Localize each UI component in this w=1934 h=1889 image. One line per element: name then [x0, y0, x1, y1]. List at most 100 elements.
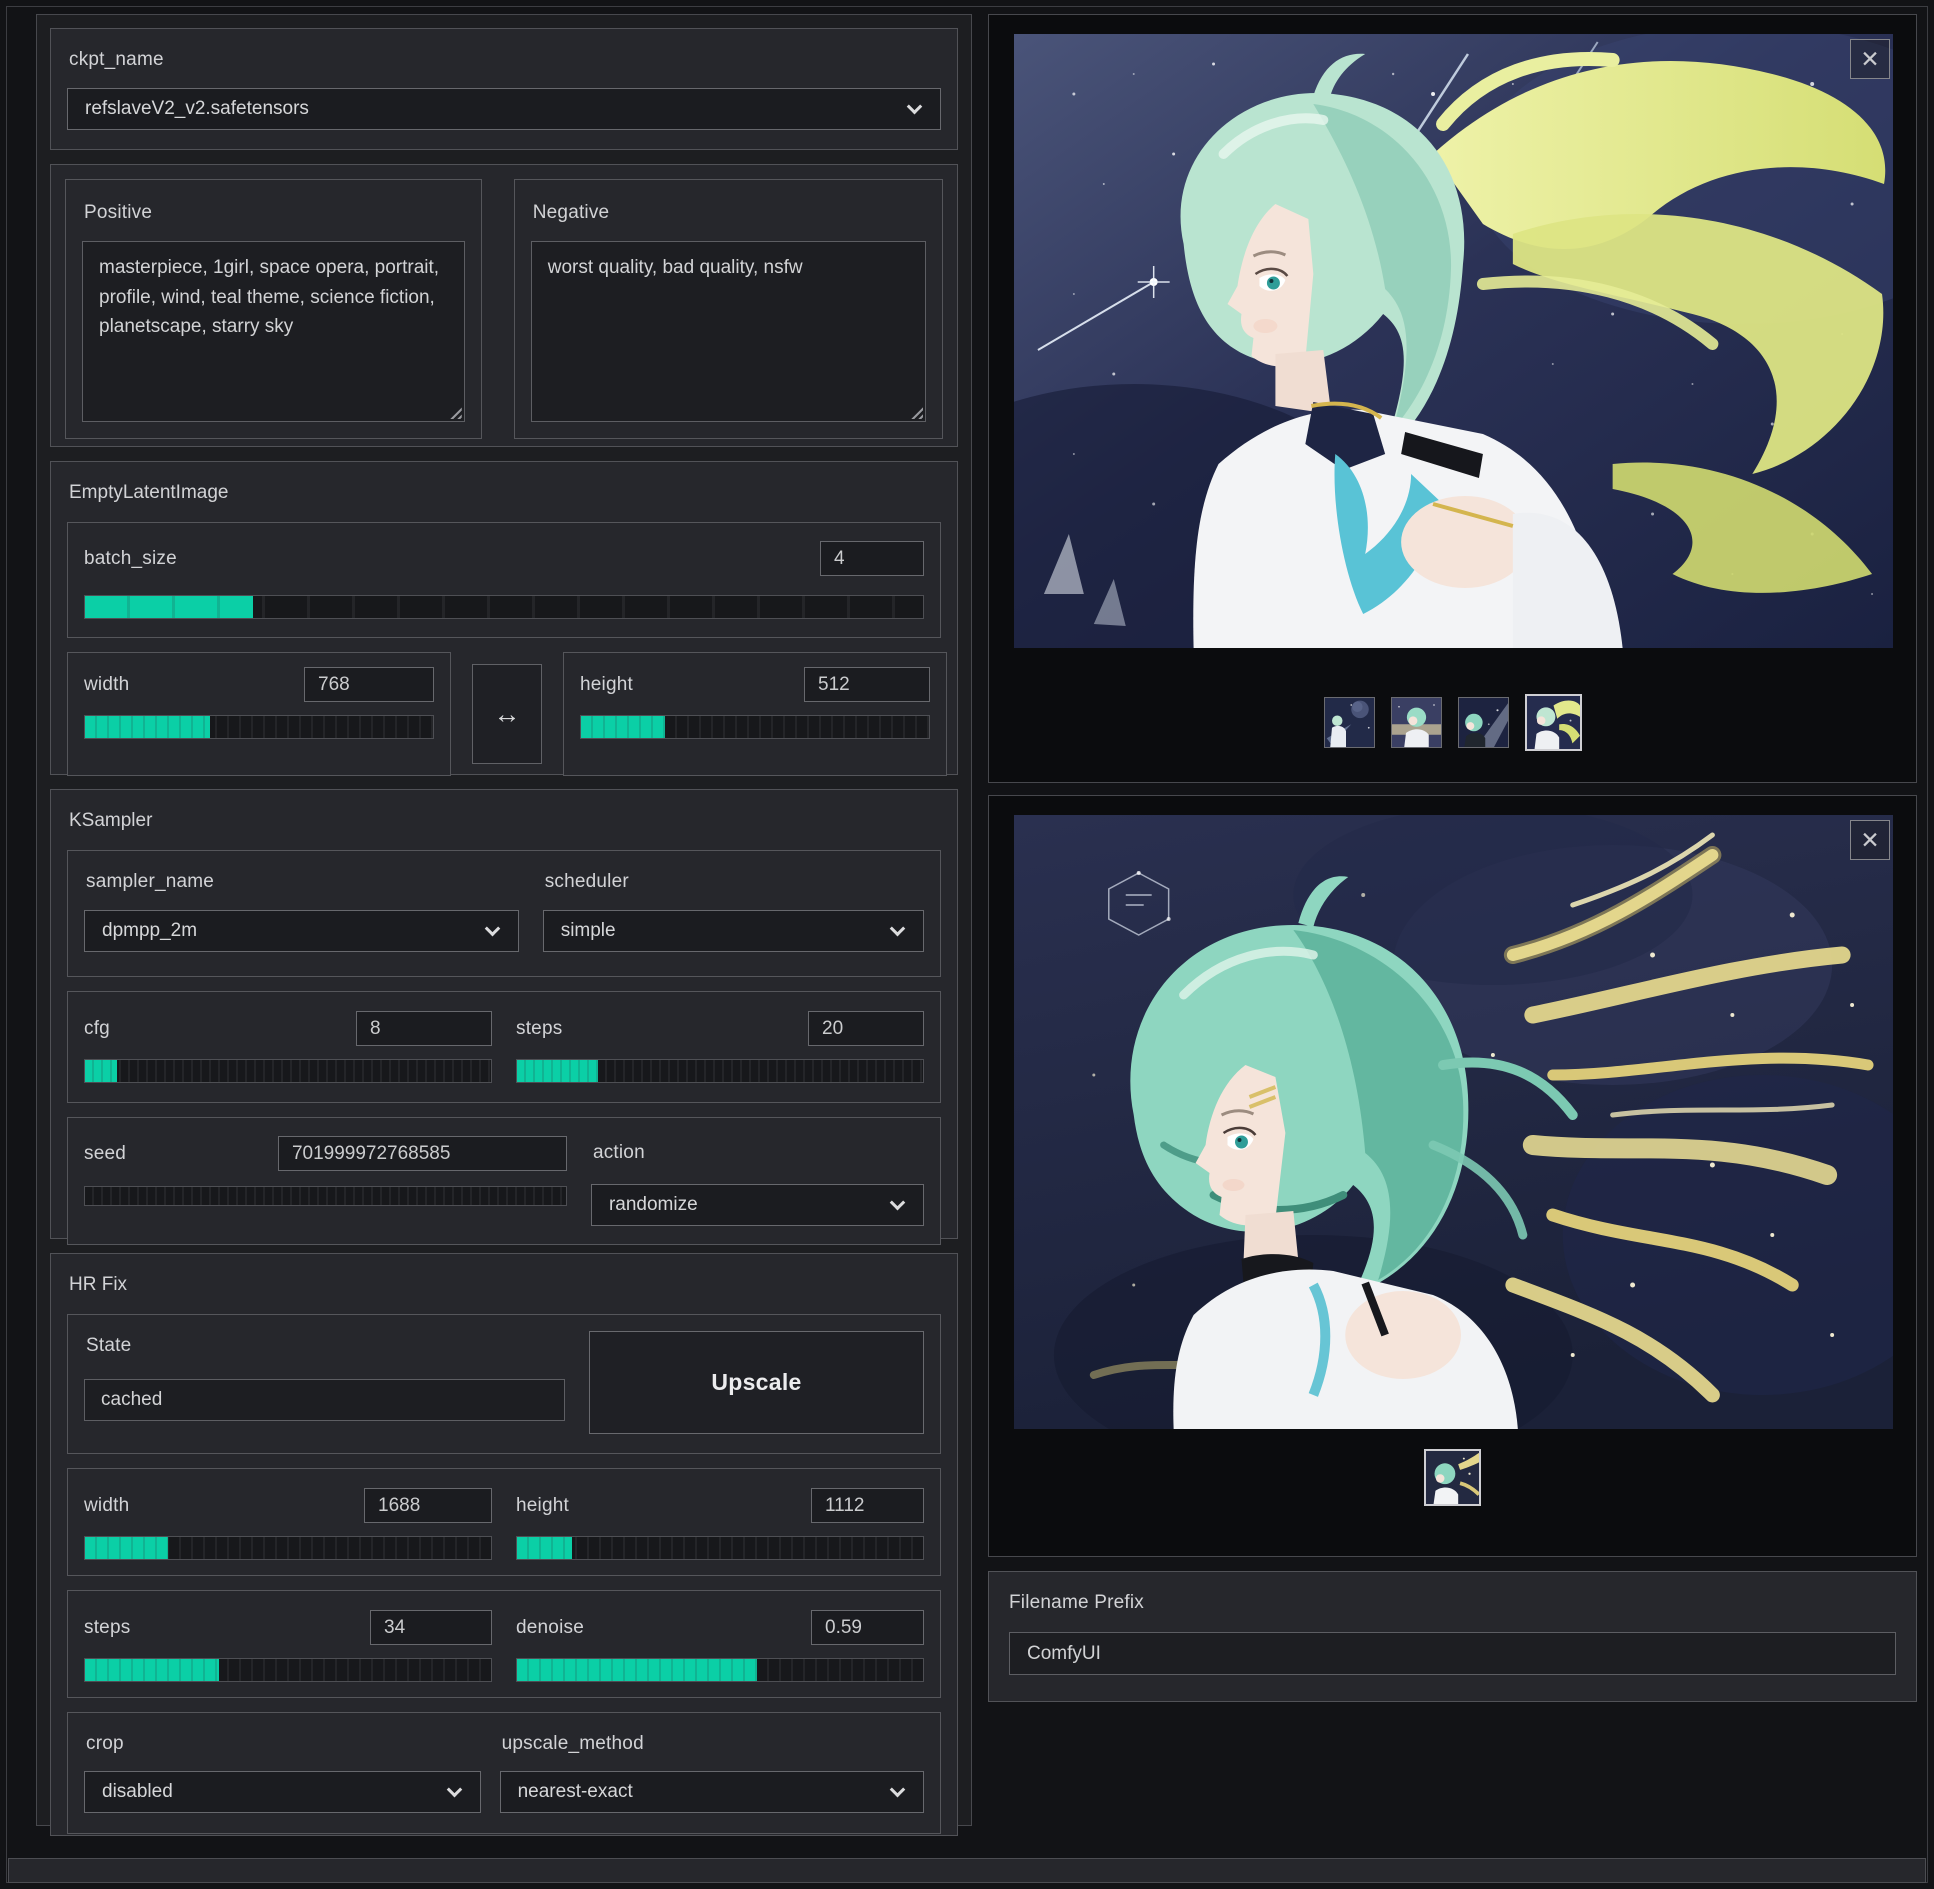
preview-card-1: ✕	[988, 14, 1917, 783]
action-col: action randomize	[591, 1136, 924, 1226]
close-icon[interactable]: ✕	[1850, 39, 1890, 79]
empty-latent-title: EmptyLatentImage	[69, 482, 941, 504]
ksampler-title: KSampler	[69, 810, 941, 832]
denoise-input[interactable]: 0.59	[811, 1610, 924, 1645]
resize-grip-icon[interactable]	[908, 404, 923, 419]
batch-size-label: batch_size	[84, 548, 177, 570]
sampler-name-select[interactable]: dpmpp_2m	[84, 910, 519, 952]
seed-label: seed	[84, 1143, 126, 1165]
cfg-label: cfg	[84, 1018, 110, 1040]
height-label: height	[580, 674, 633, 696]
batch-size-group: batch_size 4	[67, 522, 941, 638]
width-slider[interactable]	[84, 715, 434, 739]
empty-latent-section: EmptyLatentImage batch_size 4 width 768	[50, 461, 958, 775]
seed-action-group: seed 701999972768585 action randomize	[67, 1117, 941, 1245]
thumbnail-4-selected[interactable]	[1525, 694, 1582, 751]
steps-slider[interactable]	[516, 1059, 924, 1083]
swap-arrows-icon: ↔	[494, 699, 521, 730]
width-group: width 768	[67, 652, 451, 776]
hr-height-slider[interactable]	[516, 1536, 924, 1560]
positive-prompt-textarea[interactable]: masterpiece, 1girl, space opera, portrai…	[82, 241, 465, 422]
prompts-section: Positive masterpiece, 1girl, space opera…	[50, 164, 958, 447]
resize-grip-icon[interactable]	[447, 404, 462, 419]
crop-label: crop	[86, 1733, 481, 1755]
hr-steps-label: steps	[84, 1617, 130, 1639]
state-value: cached	[84, 1379, 565, 1421]
settings-column: ckpt_name refslaveV2_v2.safetensors Posi…	[36, 14, 972, 1826]
upscale-button[interactable]: Upscale	[589, 1331, 924, 1434]
generated-image-1[interactable]	[1014, 34, 1893, 648]
hr-width-label: width	[84, 1495, 129, 1517]
generated-image-2[interactable]	[1014, 815, 1893, 1429]
hr-height-label: height	[516, 1495, 569, 1517]
chevron-down-icon	[890, 921, 906, 937]
crop-upscale-method-group: crop disabled upscale_method nearest-exa…	[67, 1712, 941, 1834]
hr-steps-input[interactable]: 34	[370, 1610, 492, 1645]
hr-height-input[interactable]: 1112	[811, 1488, 924, 1523]
thumbnail-1[interactable]	[1324, 697, 1375, 748]
thumbnail-3[interactable]	[1458, 697, 1509, 748]
cfg-col: cfg 8	[84, 1011, 492, 1083]
scheduler-label: scheduler	[545, 871, 924, 893]
upscale-method-label: upscale_method	[502, 1733, 924, 1755]
upscale-method-col: upscale_method nearest-exact	[500, 1733, 924, 1813]
state-label: State	[86, 1335, 565, 1357]
batch-size-slider[interactable]	[84, 595, 924, 619]
action-select[interactable]: randomize	[591, 1184, 924, 1226]
checkpoint-section: ckpt_name refslaveV2_v2.safetensors	[50, 28, 958, 150]
cfg-input[interactable]: 8	[356, 1011, 492, 1046]
denoise-label: denoise	[516, 1617, 584, 1639]
hr-width-col: width 1688	[84, 1488, 492, 1560]
steps-input[interactable]: 20	[808, 1011, 924, 1046]
chevron-down-icon	[484, 921, 500, 937]
denoise-slider[interactable]	[516, 1658, 924, 1682]
hr-height-col: height 1112	[516, 1488, 924, 1560]
crop-select[interactable]: disabled	[84, 1771, 481, 1813]
thumbnail-2[interactable]	[1391, 697, 1442, 748]
ckpt-name-value: refslaveV2_v2.safetensors	[85, 98, 309, 120]
state-upscale-group: State cached Upscale	[67, 1314, 941, 1454]
chevron-down-icon	[907, 99, 923, 115]
crop-col: crop disabled	[84, 1733, 481, 1813]
thumbnail-1-selected[interactable]	[1424, 1449, 1481, 1506]
hr-width-input[interactable]: 1688	[364, 1488, 492, 1523]
scheduler-col: scheduler simple	[543, 871, 924, 952]
sampler-name-label: sampler_name	[86, 871, 519, 893]
chevron-down-icon	[890, 1782, 906, 1798]
hrfix-title: HR Fix	[69, 1274, 941, 1296]
cfg-slider[interactable]	[84, 1059, 492, 1083]
width-input[interactable]: 768	[304, 667, 434, 702]
seed-slider[interactable]	[84, 1186, 567, 1206]
swap-dimensions-button[interactable]: ↔	[472, 664, 542, 764]
ckpt-name-select[interactable]: refslaveV2_v2.safetensors	[67, 88, 941, 130]
positive-prompt-group: Positive masterpiece, 1girl, space opera…	[65, 179, 482, 439]
close-icon[interactable]: ✕	[1850, 820, 1890, 860]
hr-steps-denoise-group: steps 34 denoise 0.59	[67, 1590, 941, 1698]
height-slider[interactable]	[580, 715, 930, 739]
seed-input[interactable]: 701999972768585	[278, 1136, 567, 1171]
negative-prompt-textarea[interactable]: worst quality, bad quality, nsfw	[531, 241, 926, 422]
height-group: height 512	[563, 652, 947, 776]
ksampler-section: KSampler sampler_name dpmpp_2m scheduler…	[50, 789, 958, 1239]
hr-width-slider[interactable]	[84, 1536, 492, 1560]
state-col: State cached	[84, 1333, 565, 1435]
width-label: width	[84, 674, 129, 696]
steps-col: steps 20	[516, 1011, 924, 1083]
height-input[interactable]: 512	[804, 667, 930, 702]
steps-label: steps	[516, 1018, 562, 1040]
batch-size-input[interactable]: 4	[820, 541, 924, 576]
hr-steps-slider[interactable]	[84, 1658, 492, 1682]
preview-card-2: ✕	[988, 795, 1917, 1557]
sampler-scheduler-group: sampler_name dpmpp_2m scheduler simple	[67, 850, 941, 977]
upscale-method-select[interactable]: nearest-exact	[500, 1771, 924, 1813]
comfyui-workspace: ckpt_name refslaveV2_v2.safetensors Posi…	[0, 0, 1934, 1889]
negative-label: Negative	[533, 202, 926, 224]
positive-label: Positive	[84, 202, 465, 224]
action-label: action	[593, 1142, 924, 1164]
chevron-down-icon	[890, 1195, 906, 1211]
filename-prefix-section: Filename Prefix ComfyUI	[988, 1571, 1917, 1702]
gallery-thumbnails	[989, 694, 1916, 751]
sampler-col: sampler_name dpmpp_2m	[84, 871, 519, 952]
scheduler-select[interactable]: simple	[543, 910, 924, 952]
filename-prefix-input[interactable]: ComfyUI	[1009, 1632, 1896, 1675]
